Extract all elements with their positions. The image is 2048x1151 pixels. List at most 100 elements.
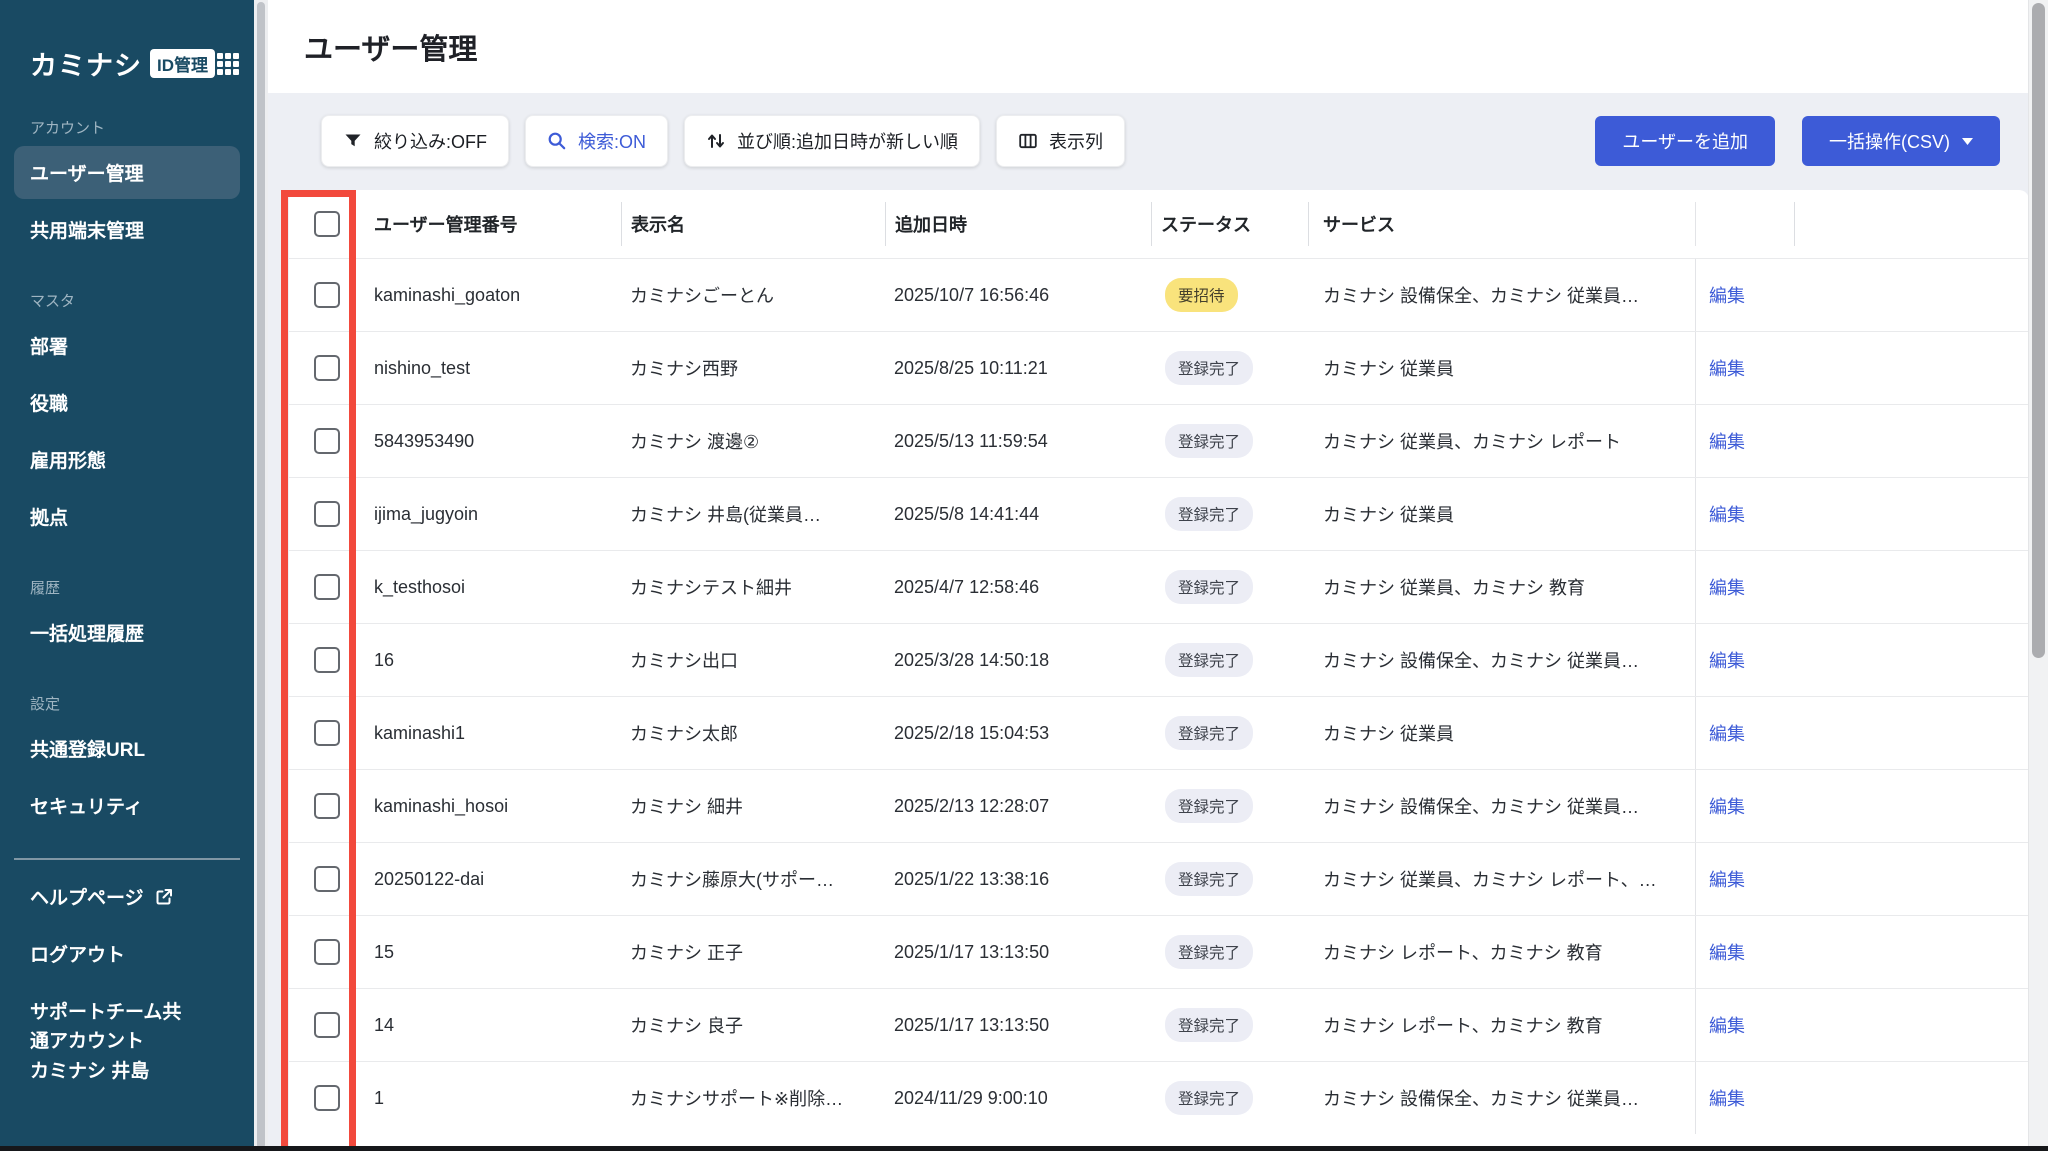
cell-display-name: カミナシ西野 [621, 355, 885, 381]
sidebar-item-link[interactable]: 共通登録URL [14, 722, 240, 775]
edit-link[interactable]: 編集 [1709, 720, 1745, 746]
edit-link[interactable]: 編集 [1709, 428, 1745, 454]
header-services: サービス [1308, 202, 1695, 246]
edit-link[interactable]: 編集 [1709, 793, 1745, 819]
cell-edit: 編集 [1695, 551, 1794, 623]
columns-button[interactable]: 表示列 [996, 115, 1125, 167]
sidebar-section-label: マスタ [30, 290, 254, 311]
row-checkbox[interactable] [314, 939, 340, 965]
cell-status: 登録完了 [1151, 1008, 1308, 1042]
sort-button[interactable]: 並び順:追加日時が新しい順 [684, 115, 980, 167]
cell-user-id: 20250122-dai [364, 869, 621, 890]
row-checkbox[interactable] [314, 282, 340, 308]
row-checkbox-cell [289, 624, 364, 696]
edit-link[interactable]: 編集 [1709, 501, 1745, 527]
edit-link[interactable]: 編集 [1709, 939, 1745, 965]
edit-link[interactable]: 編集 [1709, 1085, 1745, 1111]
row-checkbox[interactable] [314, 1012, 340, 1038]
table-row: k_testhosoi カミナシテスト細井 2025/4/7 12:58:46 … [289, 550, 2029, 623]
brand: カミナシ ID管理 [30, 44, 240, 83]
filter-button[interactable]: 絞り込み:OFF [321, 115, 509, 167]
table-row: kaminashi_hosoi カミナシ 細井 2025/2/13 12:28:… [289, 769, 2029, 842]
cell-user-id: ijima_jugyoin [364, 504, 621, 525]
sidebar-item-link[interactable]: 共用端末管理 [14, 203, 240, 256]
brand-badge: ID管理 [150, 49, 215, 78]
cell-user-id: kaminashi_hosoi [364, 796, 621, 817]
sidebar-item-link[interactable]: 雇用形態 [14, 433, 240, 486]
cell-added-at: 2025/1/17 13:13:50 [885, 1015, 1151, 1036]
cell-user-id: k_testhosoi [364, 577, 621, 598]
table-row: 15 カミナシ 正子 2025/1/17 13:13:50 登録完了 カミナシ … [289, 915, 2029, 988]
edit-link[interactable]: 編集 [1709, 282, 1745, 308]
cell-edit: 編集 [1695, 916, 1794, 988]
row-checkbox[interactable] [314, 866, 340, 892]
sidebar-item-link[interactable]: 一括処理履歴 [14, 606, 240, 659]
sidebar-help-link[interactable]: ヘルプページ [14, 870, 240, 923]
filter-button-label: 絞り込み:OFF [374, 128, 487, 154]
row-checkbox-cell [289, 551, 364, 623]
cell-user-id: 5843953490 [364, 431, 621, 452]
table-body: kaminashi_goaton カミナシごーとん 2025/10/7 16:5… [289, 258, 2029, 1134]
cell-status: 登録完了 [1151, 789, 1308, 823]
account-info-line: 通アカウント [30, 1027, 224, 1056]
page-scrollbar[interactable] [2028, 0, 2048, 1151]
cell-added-at: 2025/4/7 12:58:46 [885, 577, 1151, 598]
row-checkbox[interactable] [314, 793, 340, 819]
cell-services: カミナシ 設備保全、カミナシ 従業員… [1308, 282, 1695, 308]
cell-services: カミナシ レポート、カミナシ 教育 [1308, 1012, 1695, 1038]
cell-added-at: 2025/2/13 12:28:07 [885, 796, 1151, 817]
table-row: 20250122-dai カミナシ藤原大(サポー… 2025/1/22 13:3… [289, 842, 2029, 915]
row-checkbox[interactable] [314, 647, 340, 673]
cell-user-id: 14 [364, 1015, 621, 1036]
sidebar-item-link[interactable]: 部署 [14, 319, 240, 372]
sidebar-item-link[interactable]: セキュリティ [14, 779, 240, 832]
header-display-name: 表示名 [621, 202, 885, 246]
columns-icon [1018, 131, 1038, 151]
table-header-row: ユーザー管理番号 表示名 追加日時 ステータス サービス [289, 190, 2029, 258]
edit-link[interactable]: 編集 [1709, 355, 1745, 381]
cell-display-name: カミナシ太郎 [621, 720, 885, 746]
sidebar-scrollbar-thumb[interactable] [257, 2, 265, 1149]
page-scrollbar-thumb[interactable] [2032, 3, 2045, 658]
sidebar-logout-link[interactable]: ログアウト [14, 927, 240, 980]
cell-services: カミナシ 従業員、カミナシ レポート [1308, 428, 1695, 454]
sidebar-item-active[interactable]: ユーザー管理 [14, 146, 240, 199]
row-checkbox[interactable] [314, 501, 340, 527]
cell-user-id: kaminashi_goaton [364, 285, 621, 306]
row-checkbox[interactable] [314, 720, 340, 746]
edit-link[interactable]: 編集 [1709, 647, 1745, 673]
sidebar-item-link[interactable]: 役職 [14, 376, 240, 429]
cell-status: 登録完了 [1151, 424, 1308, 458]
bulk-csv-button[interactable]: 一括操作(CSV) [1802, 116, 2000, 166]
sidebar-section-label: アカウント [30, 117, 254, 138]
status-badge: 登録完了 [1165, 862, 1253, 896]
header-status: ステータス [1151, 202, 1308, 246]
row-checkbox[interactable] [314, 428, 340, 454]
status-badge: 登録完了 [1165, 351, 1253, 385]
row-checkbox[interactable] [314, 574, 340, 600]
search-button[interactable]: 検索:ON [525, 115, 668, 167]
status-badge: 登録完了 [1165, 1008, 1253, 1042]
header-empty-column [1794, 202, 2029, 246]
search-icon [547, 131, 567, 151]
add-user-button[interactable]: ユーザーを追加 [1595, 116, 1775, 166]
cell-edit: 編集 [1695, 989, 1794, 1061]
row-checkbox[interactable] [314, 355, 340, 381]
cell-services: カミナシ 従業員 [1308, 501, 1695, 527]
status-badge: 登録完了 [1165, 789, 1253, 823]
app-launcher-grid-icon[interactable] [216, 52, 240, 76]
sidebar-item-link[interactable]: 拠点 [14, 490, 240, 543]
cell-status: 登録完了 [1151, 643, 1308, 677]
edit-link[interactable]: 編集 [1709, 866, 1745, 892]
cell-display-name: カミナシ藤原大(サポー… [621, 866, 885, 892]
edit-link[interactable]: 編集 [1709, 574, 1745, 600]
edit-link[interactable]: 編集 [1709, 1012, 1745, 1038]
status-badge: 登録完了 [1165, 424, 1253, 458]
row-checkbox[interactable] [314, 1085, 340, 1111]
sidebar-scrollbar[interactable] [254, 0, 268, 1151]
select-all-checkbox[interactable] [314, 211, 340, 237]
cell-edit: 編集 [1695, 843, 1794, 915]
row-checkbox-cell [289, 405, 364, 477]
external-link-icon [154, 887, 174, 907]
cell-edit: 編集 [1695, 770, 1794, 842]
